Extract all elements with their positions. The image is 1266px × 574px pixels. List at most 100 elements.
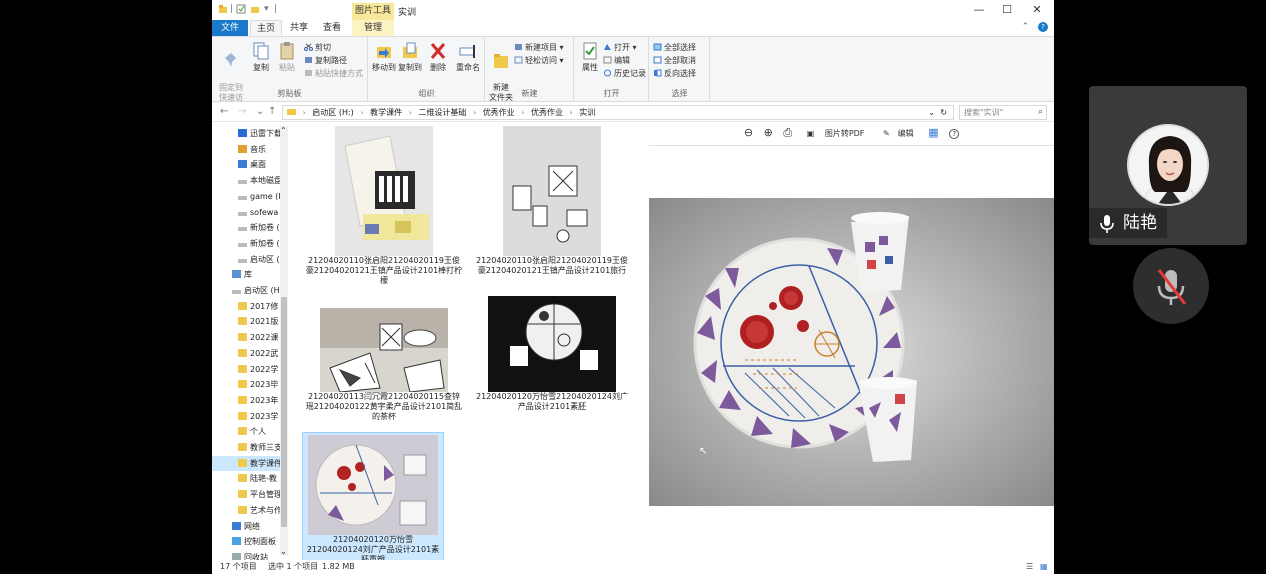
paste-shortcut-button[interactable]: 粘贴快捷方式 <box>304 68 363 79</box>
file-item[interactable]: 21204020113闫冗霞21204020115查锌瑶21204020122黄… <box>302 308 466 422</box>
nav-scroll-thumb[interactable] <box>281 297 287 527</box>
nav-item[interactable]: 新加卷 ( <box>212 220 280 235</box>
select-all-button[interactable]: 全部选择 <box>653 42 696 53</box>
nav-item[interactable]: 教学课件 <box>212 455 280 471</box>
nav-item[interactable]: 平台管理 <box>212 487 280 502</box>
help-icon[interactable]: ? <box>949 129 960 139</box>
tab-manage[interactable]: 管理 <box>352 20 394 36</box>
refresh-button[interactable]: ↻ <box>940 106 947 119</box>
edit-image-button[interactable]: ✎ 编辑 <box>879 129 918 138</box>
select-none-button[interactable]: 全部取消 <box>653 55 696 66</box>
nav-item[interactable]: 2023年 <box>212 393 280 408</box>
breadcrumb-teaching[interactable]: 教学课件 <box>370 108 402 117</box>
copy-button[interactable]: 复制 <box>248 41 274 73</box>
nav-item[interactable]: 2022课 <box>212 330 280 345</box>
nav-item[interactable]: 2017修 <box>212 299 280 314</box>
grid-icon[interactable]: ▦ <box>928 126 938 139</box>
to-pdf-button[interactable]: ▣ 图片转PDF <box>803 129 869 138</box>
mute-microphone-button[interactable] <box>1133 248 1209 324</box>
collapse-ribbon-icon[interactable]: ⌃ <box>1022 22 1030 32</box>
breadcrumb-excellent-2[interactable]: 优秀作业 <box>531 108 563 117</box>
nav-item[interactable]: 回收站 <box>212 550 280 560</box>
tab-home[interactable]: 主页 <box>250 20 282 36</box>
file-item[interactable]: 21204020110张启阳21204020119王俊豪21204020121王… <box>470 126 634 276</box>
file-item[interactable]: 21204020120万怡雪21204020124刘广产品设计2101素胚 <box>470 296 634 412</box>
nav-item[interactable]: sofewa <box>212 205 280 220</box>
ribbon: 固定到 快速访问 复制 粘贴 剪切 复制路径 粘贴快捷方式 剪贴板 <box>212 36 1054 112</box>
nav-item[interactable]: 启动区 (H <box>212 283 280 298</box>
file-item-selected[interactable]: 21204020120万怡雪21204020124刘广产品设计2101素胚重塑 <box>302 432 444 566</box>
details-view-icon[interactable]: ☰ <box>1026 560 1033 574</box>
avatar <box>1127 124 1209 206</box>
nav-item[interactable]: 陆艳-教 <box>212 471 280 486</box>
search-input[interactable]: 搜索"实训" ⌕ <box>959 105 1047 120</box>
nav-item[interactable]: 教师三支 <box>212 440 280 455</box>
cut-button[interactable]: 剪切 <box>304 42 331 53</box>
nav-item[interactable]: 本地磁盘 <box>212 173 280 188</box>
paste-button[interactable]: 粘贴 <box>274 41 300 73</box>
qa-dropdown-icon[interactable]: ▾ <box>264 4 269 16</box>
breadcrumb-2d-design[interactable]: 二维设计基础 <box>418 108 466 117</box>
breadcrumb-current[interactable]: 实训 <box>579 108 595 117</box>
copy-to-button[interactable]: 复制到 <box>397 41 423 73</box>
nav-item[interactable]: 库 <box>212 267 280 282</box>
print-icon[interactable]: ⎙ <box>783 126 792 139</box>
nav-item[interactable]: 2022学 <box>212 362 280 377</box>
nav-item[interactable]: 2023学 <box>212 409 280 424</box>
breadcrumb-drive[interactable]: 启动区 (H:) <box>312 108 354 117</box>
edit-button[interactable]: 编辑 <box>603 55 630 66</box>
library-icon <box>232 270 241 279</box>
nav-item[interactable]: 桌面 <box>212 157 280 172</box>
nav-item[interactable]: 迅雷下载 <box>212 126 280 141</box>
nav-item[interactable]: 新加卷 ( <box>212 236 280 251</box>
scroll-down-button[interactable]: ⌄ <box>280 547 287 556</box>
nav-item[interactable]: 艺术与作 <box>212 503 280 518</box>
open-button[interactable]: 打开 ▾ <box>603 42 637 53</box>
delete-button[interactable]: 删除 <box>425 41 451 73</box>
close-button[interactable]: ✕ <box>1022 2 1052 18</box>
zoom-out-icon[interactable]: ⊖ <box>744 126 753 139</box>
large-icons-view-icon[interactable]: ▦ <box>1040 560 1048 574</box>
tab-file[interactable]: 文件 <box>212 20 248 36</box>
copy-path-button[interactable]: 复制路径 <box>304 55 347 66</box>
properties-icon[interactable] <box>236 4 246 16</box>
nav-item-label: 音乐 <box>250 144 266 154</box>
tab-view[interactable]: 查看 <box>316 20 348 36</box>
new-item-button[interactable]: 新建项目 ▾ <box>514 42 564 53</box>
search-icon[interactable]: ⌕ <box>1038 106 1043 119</box>
file-item[interactable]: 21204020110张启阳21204020119王俊豪21204020121王… <box>302 126 466 286</box>
zoom-in-icon[interactable]: ⊕ <box>764 126 773 139</box>
nav-item[interactable]: 音乐 <box>212 142 280 157</box>
nav-item[interactable]: 个人 <box>212 424 280 439</box>
nav-item[interactable]: 网络 <box>212 519 280 534</box>
rename-button[interactable]: 重命名 <box>453 41 483 73</box>
minimize-button[interactable]: — <box>964 2 994 18</box>
new-folder-qa-icon[interactable] <box>250 4 260 16</box>
maximize-button[interactable]: ☐ <box>992 2 1022 18</box>
address-dropdown[interactable]: ⌄ <box>928 106 935 119</box>
nav-item[interactable]: 控制面板 <box>212 534 280 549</box>
invert-selection-button[interactable]: 反向选择 <box>653 68 696 79</box>
move-to-button[interactable]: 移动到 <box>371 41 397 73</box>
easy-access-icon <box>514 56 523 64</box>
forward-button[interactable]: → <box>238 106 246 117</box>
nav-item[interactable]: 启动区 ( <box>212 252 280 267</box>
control-panel-icon <box>232 537 241 546</box>
address-input[interactable]: › 启动区 (H:) › 教学课件 › 二维设计基础 › 优秀作业 › 优秀作业… <box>282 105 954 120</box>
properties-button[interactable]: 属性 <box>577 41 603 73</box>
recent-locations-button[interactable]: ⌄ <box>256 106 264 117</box>
tab-share[interactable]: 共享 <box>284 20 314 36</box>
up-button[interactable]: ↑ <box>268 106 276 117</box>
nav-item[interactable]: 2022武 <box>212 346 280 361</box>
scroll-up-button[interactable]: ⌃ <box>280 126 287 135</box>
easy-access-button[interactable]: 轻松访问 ▾ <box>514 55 564 66</box>
nav-item[interactable]: 2021版 <box>212 314 280 329</box>
nav-item-label: 艺术与作 <box>250 505 280 515</box>
help-icon[interactable]: ? <box>1038 22 1048 32</box>
nav-item[interactable]: 2023毕 <box>212 377 280 392</box>
scissors-icon <box>304 43 313 51</box>
back-button[interactable]: ← <box>220 106 228 117</box>
nav-item[interactable]: game (I <box>212 189 280 204</box>
history-button[interactable]: 历史记录 <box>603 68 646 79</box>
breadcrumb-excellent-1[interactable]: 优秀作业 <box>483 108 515 117</box>
